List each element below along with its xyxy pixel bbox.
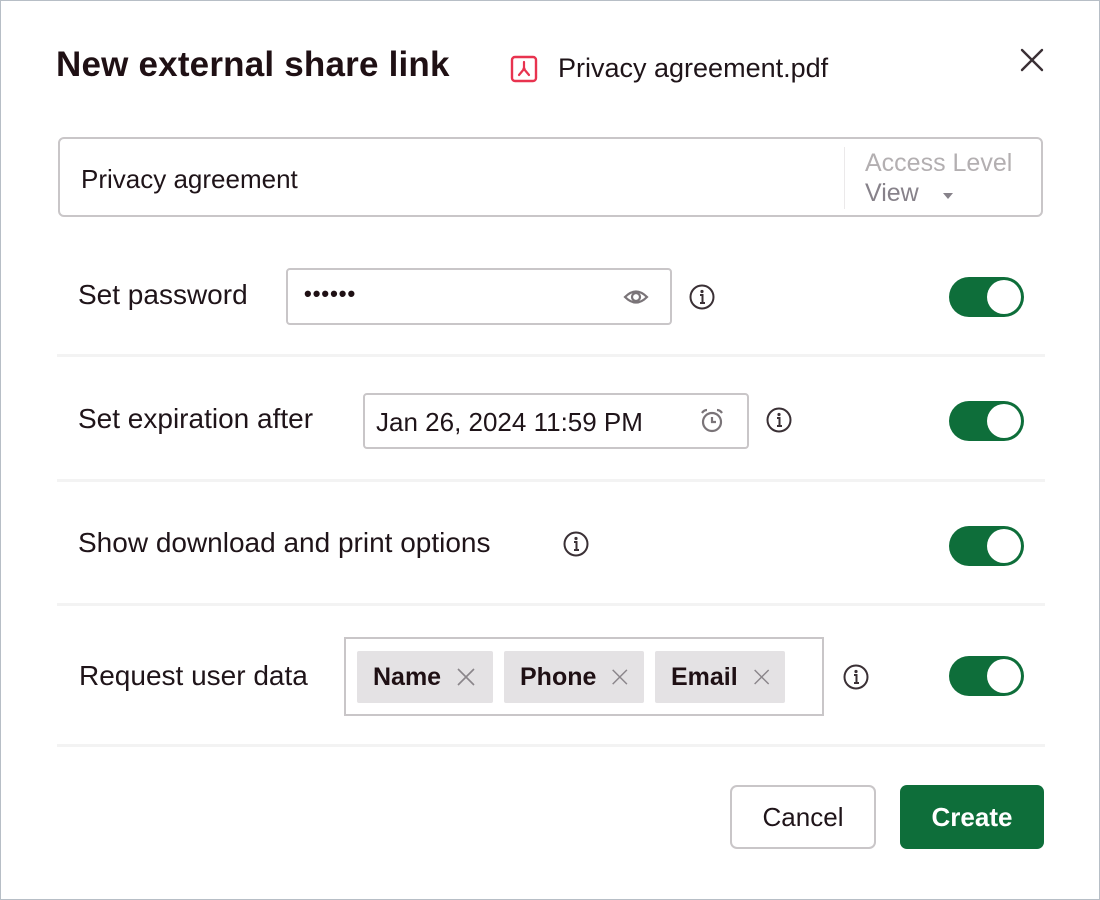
access-level-dropdown[interactable]: View [865,179,953,208]
row-divider [57,744,1045,747]
access-level-value: View [865,179,919,207]
request-user-data-toggle[interactable] [949,656,1024,696]
file-chip: Privacy agreement.pdf [510,53,828,84]
access-level-label: Access Level [865,149,1013,177]
row-divider [57,603,1045,606]
password-toggle[interactable] [949,277,1024,317]
link-name-input[interactable]: Privacy agreement [81,164,298,195]
tag-label: Phone [520,662,597,691]
remove-tag-icon[interactable] [610,666,630,688]
eye-icon[interactable] [622,283,650,311]
row-divider [57,354,1045,357]
request-user-data-label: Request user data [79,660,308,691]
expiration-toggle[interactable] [949,401,1024,441]
expiration-date-value: Jan 26, 2024 11:59 PM [376,407,643,437]
tag-phone: Phone [504,651,644,703]
access-level-divider [844,147,845,209]
tag-label: Email [671,662,738,691]
toggle-knob [987,529,1021,563]
info-icon[interactable] [842,663,870,691]
chevron-down-icon [942,192,953,199]
cancel-button[interactable]: Cancel [730,785,876,849]
toggle-knob [987,280,1021,314]
expiration-date-input[interactable]: Jan 26, 2024 11:59 PM [363,393,749,449]
user-data-tags-input[interactable]: Name Phone Email [344,637,824,716]
tag-name: Name [357,651,493,703]
tag-label: Name [373,662,442,691]
create-button[interactable]: Create [900,785,1044,849]
row-divider [57,479,1045,482]
set-expiration-label: Set expiration after [78,403,314,434]
alarm-clock-icon[interactable] [698,407,726,435]
toggle-knob [987,404,1021,438]
file-name: Privacy agreement.pdf [558,53,829,83]
remove-tag-icon[interactable] [455,666,477,688]
share-link-dialog: New external share link Privacy agreemen… [0,0,1100,900]
link-name-field[interactable]: Privacy agreement Access Level View [58,137,1043,217]
tag-email: Email [655,651,785,703]
set-password-label: Set password [78,279,248,310]
dialog-title: New external share link [56,45,450,84]
download-print-toggle[interactable] [949,526,1024,566]
download-print-label: Show download and print options [78,527,491,558]
info-icon[interactable] [688,283,716,311]
info-icon[interactable] [562,530,590,558]
password-value: •••••• [304,281,357,306]
pdf-icon [510,55,538,82]
close-icon[interactable] [1015,43,1049,77]
toggle-knob [987,659,1021,693]
info-icon[interactable] [765,406,793,434]
remove-tag-icon[interactable] [752,666,771,688]
password-input[interactable]: •••••• [286,268,672,325]
